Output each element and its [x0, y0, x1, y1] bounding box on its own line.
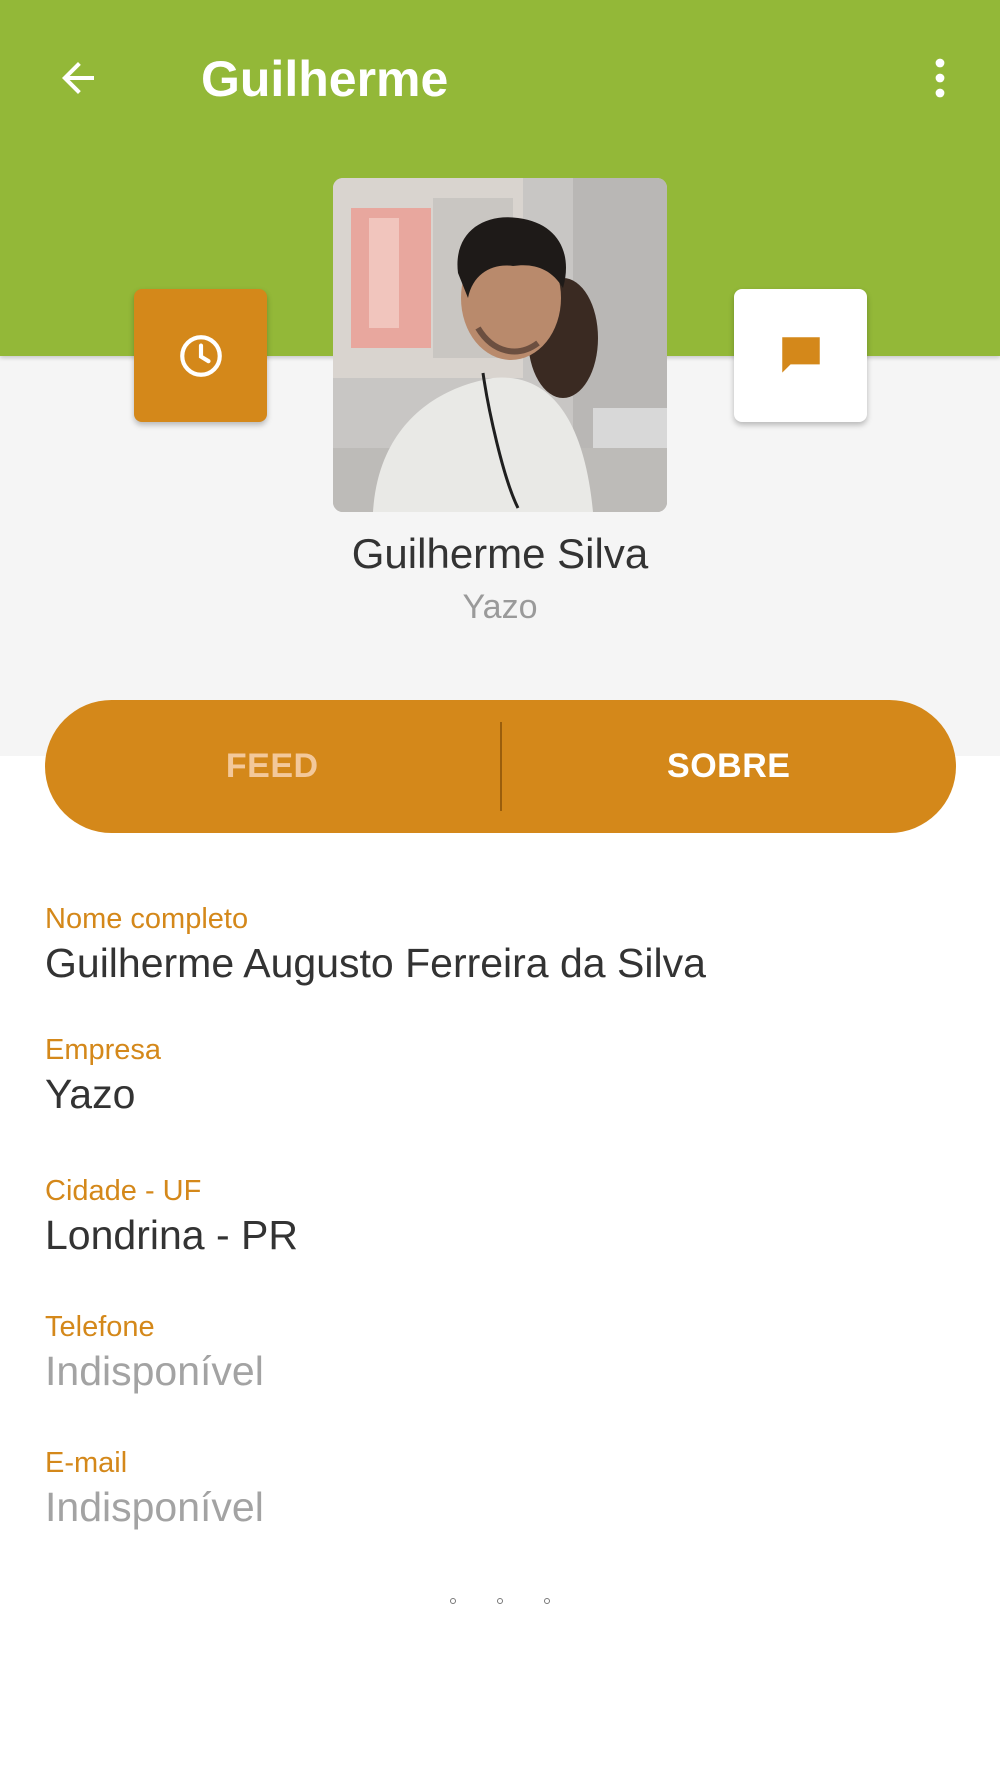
- avatar: [333, 178, 667, 512]
- field-email: E-mail Indisponível: [45, 1446, 264, 1532]
- tab-sobre[interactable]: SOBRE: [502, 700, 957, 833]
- field-label: E-mail: [45, 1447, 128, 1479]
- field-label: Cidade - UF: [45, 1175, 202, 1207]
- loading-dot: [497, 1598, 503, 1604]
- profile-tabs: FEED SOBRE: [45, 700, 956, 833]
- field-label: Telefone: [45, 1311, 155, 1343]
- message-button[interactable]: [734, 289, 867, 422]
- tab-feed[interactable]: FEED: [45, 700, 500, 833]
- history-button[interactable]: [134, 289, 267, 422]
- field-value: Londrina - PR: [45, 1212, 298, 1258]
- profile-name: Guilherme Silva: [351, 530, 649, 577]
- field-value: Guilherme Augusto Ferreira da Silva: [45, 940, 706, 986]
- profile-company: Yazo: [462, 588, 538, 626]
- back-button[interactable]: [46, 46, 110, 110]
- field-city: Cidade - UF Londrina - PR: [45, 1174, 298, 1260]
- loading-indicator: [450, 1598, 550, 1612]
- chat-bubble-icon: [781, 336, 820, 373]
- field-company: Empresa Yazo: [45, 1033, 161, 1119]
- page-title: Guilherme: [201, 51, 449, 107]
- field-value: Indisponível: [45, 1484, 264, 1530]
- clock-icon: [179, 334, 222, 377]
- loading-dot: [450, 1598, 456, 1604]
- loading-dot: [544, 1598, 550, 1604]
- field-value: Indisponível: [45, 1348, 264, 1394]
- profile-photo: [333, 178, 667, 512]
- field-label: Nome completo: [45, 903, 249, 935]
- field-label: Empresa: [45, 1034, 162, 1066]
- field-full-name: Nome completo Guilherme Augusto Ferreira…: [45, 902, 706, 988]
- arrow-back-icon: [62, 62, 94, 94]
- more-vert-icon: [935, 58, 945, 98]
- more-options-button[interactable]: [908, 46, 972, 110]
- field-value: Yazo: [45, 1071, 136, 1117]
- field-phone: Telefone Indisponível: [45, 1310, 264, 1396]
